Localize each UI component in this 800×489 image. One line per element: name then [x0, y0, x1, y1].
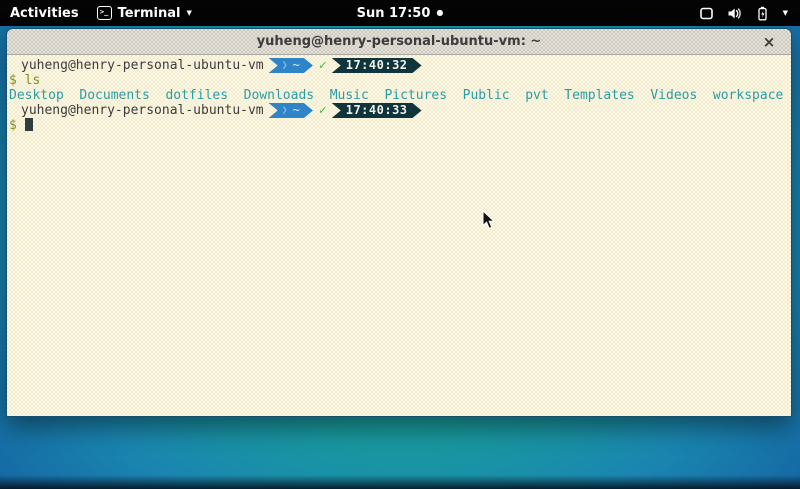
ls-entry: Music	[330, 88, 369, 103]
prompt-symbol: $	[9, 73, 17, 88]
terminal-app-menu-label: Terminal	[118, 6, 181, 21]
prompt-time: 17:40:33	[346, 103, 408, 118]
prompt-time: 17:40:32	[346, 58, 408, 73]
command-text: ls	[25, 73, 41, 88]
ls-entry: Desktop	[9, 88, 64, 103]
ls-entry: Templates	[564, 88, 634, 103]
system-status-area[interactable]: ▼	[699, 6, 800, 21]
prompt-user-host: yuheng@henry-personal-ubuntu-vm	[21, 58, 264, 73]
terminal-icon: >_	[97, 6, 112, 20]
ls-entry: dotfiles	[165, 88, 228, 103]
prompt-dir: ~	[293, 58, 300, 73]
ls-entry: workspace	[713, 88, 783, 103]
prompt-user-host: yuheng@henry-personal-ubuntu-vm	[21, 103, 264, 118]
prompt-time-segment: 17:40:32	[332, 58, 422, 73]
terminal-app-menu[interactable]: >_ Terminal ▼	[97, 6, 192, 21]
ls-entry: Documents	[79, 88, 149, 103]
volume-icon	[727, 6, 742, 21]
close-button[interactable]: ×	[759, 29, 779, 55]
window-title: yuheng@henry-personal-ubuntu-vm: ~	[257, 34, 542, 49]
ls-entry: Downloads	[244, 88, 314, 103]
powerline-chevron-icon: ❯	[282, 58, 288, 73]
window-titlebar[interactable]: yuheng@henry-personal-ubuntu-vm: ~ ×	[7, 29, 791, 55]
chevron-down-icon: ▼	[186, 10, 191, 17]
ls-entry: Pictures	[384, 88, 447, 103]
prompt-time-segment: 17:40:33	[332, 103, 422, 118]
ls-entry: Videos	[650, 88, 697, 103]
ls-output-line: Desktop Documents dotfiles Downloads Music Pi…	[9, 88, 789, 103]
activities-button[interactable]: Activities	[10, 6, 79, 21]
terminal-window: yuheng@henry-personal-ubuntu-vm: ~ × yuh…	[6, 28, 792, 417]
status-check-icon: ✓	[319, 103, 327, 118]
prompt-dir: ~	[293, 103, 300, 118]
text-cursor	[25, 118, 33, 131]
powerline-chevron-icon: ❯	[282, 103, 288, 118]
prompt-symbol: $	[9, 118, 17, 133]
prompt-line-2: yuheng@henry-personal-ubuntu-vm ❯~ ✓ 17:…	[9, 103, 789, 118]
terminal-content[interactable]: yuheng@henry-personal-ubuntu-vm ❯~ ✓ 17:…	[7, 55, 791, 416]
prompt-line-1: yuheng@henry-personal-ubuntu-vm ❯~ ✓ 17:…	[9, 58, 789, 73]
prompt-dir-segment: ❯~	[269, 103, 313, 118]
prompt-dir-segment: ❯~	[269, 58, 313, 73]
status-check-icon: ✓	[319, 58, 327, 73]
top-bar-left: Activities >_ Terminal ▼	[0, 6, 699, 21]
display-icon	[699, 6, 714, 21]
current-prompt-line[interactable]: $	[9, 118, 789, 133]
ls-entry: pvt	[525, 88, 548, 103]
ls-entry: Public	[463, 88, 510, 103]
chevron-down-icon: ▼	[783, 10, 788, 17]
command-line: $ ls	[9, 73, 789, 88]
battery-charging-icon	[755, 6, 770, 21]
top-bar: Activities >_ Terminal ▼ Sun 17:50 ●	[0, 0, 800, 26]
